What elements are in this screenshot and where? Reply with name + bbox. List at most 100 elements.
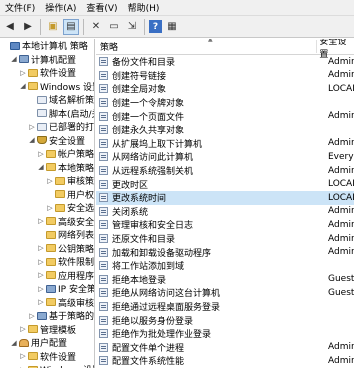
tree-item-user-software-settings[interactable]: ▷ 软件设置 [0, 350, 94, 364]
policy-row[interactable]: 还原文件和目录 Admin [96, 232, 354, 246]
tree-item-software-restriction[interactable]: ▷ 软件限制 [0, 255, 94, 269]
policy-icon [99, 301, 108, 311]
forward-icon[interactable]: ▶ [20, 19, 36, 35]
policy-row[interactable]: 关闭系统 Admin [96, 205, 354, 219]
delete-icon[interactable]: ✕ [88, 19, 104, 35]
tree-item-ip-security[interactable]: ▷ IP 安全策 [0, 282, 94, 296]
computer-icon [46, 284, 56, 293]
tree-item-account-policies[interactable]: ▷ 帐户策略 [0, 147, 94, 161]
collapsed-arrow-icon[interactable]: ▷ [37, 244, 45, 252]
policy-name: 备份文件和目录 [112, 58, 176, 69]
back-icon[interactable]: ◀ [2, 19, 18, 35]
policy-name-cell: 从网络访问此计算机 [96, 150, 326, 163]
document-icon [37, 109, 47, 118]
collapsed-arrow-icon[interactable]: ▷ [37, 285, 45, 293]
menu-item[interactable]: 文件(F) [0, 1, 40, 14]
policy-icon [99, 356, 108, 366]
policy-setting-value: Everyo [328, 151, 354, 162]
policy-row[interactable]: 从扩展坞上取下计算机 Admin [96, 137, 354, 151]
tree-item-public-key[interactable]: ▷ 公钥策略 [0, 242, 94, 256]
show-hide-tree-icon[interactable]: ▤ [63, 18, 79, 35]
folder-up-icon[interactable]: ▣ [45, 19, 61, 35]
policy-row[interactable]: 拒绝本地登录 Guest [96, 273, 354, 287]
folder-icon [46, 257, 56, 266]
collapsed-arrow-icon[interactable]: ▷ [28, 123, 36, 131]
policy-name: 创建一个令牌对象 [112, 99, 185, 110]
tree-item-local-computer-policy[interactable]: 本地计算机 策略 [0, 39, 94, 53]
expanded-arrow-icon[interactable]: ◢ [10, 339, 18, 347]
collapsed-arrow-icon[interactable]: ▷ [19, 352, 27, 360]
collapsed-arrow-icon[interactable]: ▷ [37, 217, 45, 225]
policy-row[interactable]: 从网络访问此计算机 Everyo [96, 150, 354, 164]
tree-item-audit-policy[interactable]: ▷ 审核策 [0, 174, 94, 188]
tree-item-security-options[interactable]: ▷ 安全选 [0, 201, 94, 215]
export-list-icon[interactable]: ⇲ [124, 19, 140, 35]
collapsed-arrow-icon[interactable]: ▷ [46, 204, 54, 212]
policy-row[interactable]: 更改时区 LOCAL [96, 177, 354, 191]
tree-item-network-list[interactable]: 网络列表 [0, 228, 94, 242]
tree-item-user-config[interactable]: ◢ 用户配置 [0, 336, 94, 350]
policy-name: 创建符号链接 [112, 71, 167, 82]
console-icon[interactable]: ▦ [164, 19, 180, 35]
help-icon[interactable]: ? [149, 20, 162, 33]
policy-row[interactable]: 创建符号链接 Admin [96, 69, 354, 83]
policy-row[interactable]: 配置文件系统性能 Admin [96, 354, 354, 368]
policy-name: 还原文件和目录 [112, 235, 176, 246]
tree-item-advanced-audit[interactable]: ▷ 高级审核 [0, 296, 94, 310]
collapsed-arrow-icon[interactable]: ▷ [46, 177, 54, 185]
tree-item-user-rights[interactable]: 用户权 [0, 188, 94, 202]
policy-name-cell: 从远程系统强制关机 [96, 164, 326, 177]
tree-item-label: 安全选 [67, 204, 94, 215]
tree-item-advanced-security[interactable]: ▷ 高级安全 [0, 215, 94, 229]
folder-icon [28, 68, 38, 77]
expanded-arrow-icon[interactable]: ◢ [10, 55, 18, 63]
tree-item-deployed-printers[interactable]: ▷ 已部署的打印 [0, 120, 94, 134]
policy-row[interactable]: 将工作站添加到域 [96, 259, 354, 273]
policy-row[interactable]: 更改系统时间 LOCAL [96, 190, 354, 205]
policy-row[interactable]: 创建一个页面文件 Admin [96, 109, 354, 123]
policy-row[interactable]: 加载和卸载设备驱动程序 Admin [96, 245, 354, 259]
collapsed-arrow-icon[interactable]: ▷ [19, 69, 27, 77]
tree-item-application-control[interactable]: ▷ 应用程序 [0, 269, 94, 283]
expanded-arrow-icon[interactable]: ◢ [37, 163, 45, 171]
policy-row[interactable]: 拒绝以服务身份登录 [96, 313, 354, 327]
policy-row[interactable]: 管理审核和安全日志 Admin [96, 218, 354, 232]
column-header-policy[interactable]: ▲ 策略 [96, 39, 318, 53]
menu-item[interactable]: 查看(V) [81, 1, 122, 14]
tree-item-name-resolution-policy[interactable]: 域名解析策略 [0, 93, 94, 107]
policy-row[interactable]: 备份文件和目录 Admin [96, 55, 354, 69]
expanded-arrow-icon[interactable]: ◢ [19, 82, 27, 90]
collapsed-arrow-icon[interactable]: ▷ [19, 325, 27, 333]
document-icon [37, 95, 47, 104]
tree-item-windows-settings[interactable]: ◢ Windows 设置 [0, 80, 94, 94]
policy-row[interactable]: 配置文件单个进程 Admin [96, 340, 354, 354]
collapsed-arrow-icon[interactable]: ▷ [37, 298, 45, 306]
policy-row[interactable]: 创建一个令牌对象 [96, 96, 354, 110]
policy-row[interactable]: 拒绝作为批处理作业登录 [96, 327, 354, 341]
policy-row[interactable]: 创建全局对象 LOCAL [96, 82, 354, 96]
collapsed-arrow-icon[interactable]: ▷ [37, 150, 45, 158]
policy-row[interactable]: 从远程系统强制关机 Admin [96, 164, 354, 178]
policy-row[interactable]: 创建永久共享对象 [96, 123, 354, 137]
policy-name-cell: 拒绝通过远程桌面服务登录 [96, 300, 326, 313]
policy-name: 配置文件系统性能 [112, 357, 185, 368]
collapsed-arrow-icon[interactable]: ▷ [37, 271, 45, 279]
tree-item-local-policies[interactable]: ◢ 本地策略 [0, 161, 94, 175]
collapsed-arrow-icon[interactable]: ▷ [37, 258, 45, 266]
tree-item-label: Windows 设置 [40, 82, 94, 93]
collapsed-arrow-icon[interactable]: ▷ [28, 312, 36, 320]
policy-row[interactable]: 拒绝通过远程桌面服务登录 [96, 300, 354, 314]
properties-icon[interactable]: ▭ [106, 19, 122, 35]
policy-icon [99, 261, 108, 271]
expanded-arrow-icon[interactable]: ◢ [28, 136, 36, 144]
tree-item-security-settings[interactable]: ◢ 安全设置 [0, 134, 94, 148]
tree-item-scripts[interactable]: 脚本(启动/关 [0, 107, 94, 121]
menu-item[interactable]: 操作(A) [40, 1, 81, 14]
policy-row[interactable]: 拒绝从网络访问这台计算机 Guest [96, 286, 354, 300]
menu-item[interactable]: 帮助(H) [123, 1, 165, 14]
tree-item-user-windows-settings[interactable]: ▷Windows 设置 [0, 363, 94, 368]
tree-item-policy-qos[interactable]: ▷ 基于策略的 C [0, 309, 94, 323]
tree-item-computer-config[interactable]: ◢ 计算机配置 [0, 53, 94, 67]
tree-item-software-settings[interactable]: ▷ 软件设置 [0, 66, 94, 80]
tree-item-admin-templates[interactable]: ▷ 管理模板 [0, 323, 94, 337]
